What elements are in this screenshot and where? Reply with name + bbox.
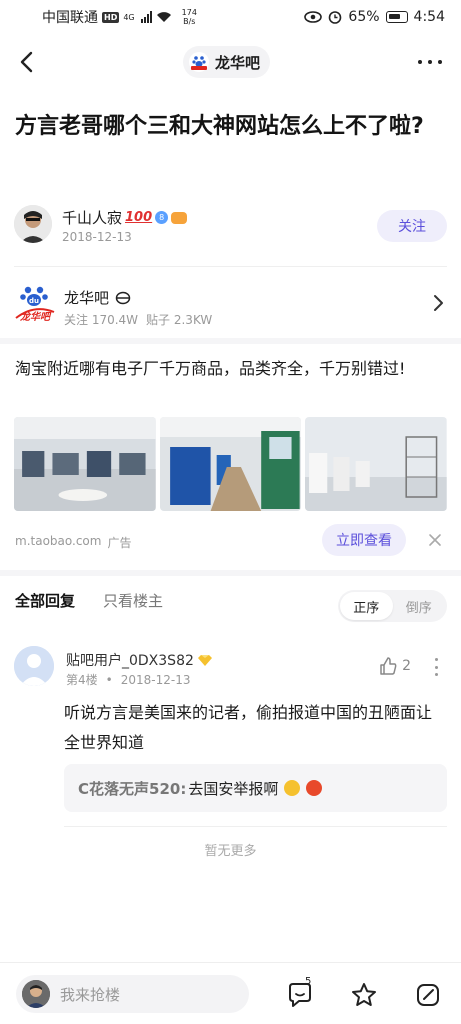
my-avatar: [22, 980, 50, 1008]
ad-image-3[interactable]: [305, 417, 448, 511]
hundred-badge: 100: [125, 210, 153, 225]
forum-logo: du 龙华吧: [15, 286, 55, 323]
network-type: 4G: [123, 12, 135, 22]
sub-reply[interactable]: C花落无声520: 去国安举报啊: [64, 764, 447, 812]
hd-badge: HD: [102, 11, 120, 23]
net-speed-unit: B/s: [183, 17, 196, 26]
level-badge: 8: [155, 211, 169, 224]
reply-tabs: 全部回复 只看楼主: [15, 590, 163, 611]
reply-floor: 第4楼: [66, 673, 98, 687]
like-button[interactable]: 2: [378, 656, 411, 676]
forum-logo-text: 龙华吧: [19, 311, 52, 323]
comment-count: 5: [305, 976, 312, 987]
reply-username: 贴吧用户_0DX3S82: [66, 653, 194, 669]
reply-avatar[interactable]: [14, 646, 54, 686]
author-name-line[interactable]: 千山人寂 100 8: [62, 207, 188, 228]
reply-date: 2018-12-13: [120, 672, 191, 687]
divider: [64, 826, 447, 827]
author-row: 千山人寂 100 8 2018-12-13 关注: [14, 205, 447, 249]
reply-meta-dot: •: [105, 672, 113, 687]
forum-stats: 关注 170.4W 贴子 2.3KW: [64, 311, 212, 328]
carrier-group: 中国联通 HD 4G 174 B/s: [42, 7, 197, 27]
ad-domain: m.taobao.com: [15, 534, 102, 548]
author-name: 千山人寂: [62, 209, 123, 227]
ad-images[interactable]: [14, 417, 448, 511]
ad-image-1[interactable]: [14, 417, 156, 511]
bottom-bar: 我来抢楼 5: [0, 962, 461, 1024]
reply-body: 听说方言是美国来的记者，偷拍报道中国的丑陋面让全世界知道: [64, 703, 433, 752]
diamond-icon: [197, 655, 212, 666]
section-separator: [0, 570, 461, 576]
eye-icon: [304, 11, 323, 23]
sort-asc[interactable]: 正序: [340, 592, 393, 620]
no-more-label: 暂无更多: [204, 844, 257, 859]
forum-posts: 贴子 2.3KW: [146, 313, 213, 327]
game-badge-icon: [171, 211, 188, 224]
reply-input[interactable]: 我来抢楼: [16, 975, 249, 1013]
ad-tag: 广告: [107, 536, 132, 550]
star-icon[interactable]: [350, 981, 378, 1009]
forum-name: 龙华吧: [64, 289, 110, 307]
sub-reply-text: 去国安举报啊: [188, 779, 279, 798]
forum-status-icon: [115, 291, 131, 304]
forum-row[interactable]: du 龙华吧 龙华吧 关注 170.4W 贴子 2.3KW: [14, 280, 447, 330]
close-icon[interactable]: [427, 532, 443, 548]
ad-text[interactable]: 淘宝附近哪有电子厂千万商品，品类齐全，千万别错过!: [15, 354, 447, 383]
status-bar: 中国联通 HD 4G 174 B/s 65% 4:54: [0, 0, 461, 34]
section-separator: [0, 338, 461, 344]
reply-meta: 第4楼 • 2018-12-13: [66, 671, 190, 688]
author-avatar[interactable]: [14, 205, 52, 243]
nav-bar: 龙华吧: [0, 40, 461, 84]
battery-icon: [385, 11, 408, 23]
post-date: 2018-12-13: [62, 230, 132, 244]
forum-followers: 关注 170.4W: [64, 313, 139, 327]
carrier-name: 中国联通: [42, 10, 98, 26]
net-speed: 174 B/s: [182, 8, 197, 26]
net-speed-value: 174: [181, 8, 197, 17]
svg-text:du: du: [29, 297, 39, 305]
forum-pill-label: 龙华吧: [215, 53, 261, 72]
thumb-up-icon: [380, 657, 397, 675]
signal-icon: [140, 11, 152, 23]
ad-cta-button[interactable]: 立即查看: [322, 524, 406, 556]
like-count: 2: [402, 658, 411, 674]
back-icon[interactable]: [14, 48, 42, 76]
reply-user-line[interactable]: 贴吧用户_0DX3S82: [66, 650, 212, 670]
reply-placeholder: 我来抢楼: [60, 985, 121, 1004]
divider: [14, 266, 447, 267]
sort-desc[interactable]: 倒序: [393, 592, 446, 620]
edit-icon[interactable]: [414, 981, 442, 1009]
tab-all-replies[interactable]: 全部回复: [15, 590, 75, 611]
angry-emoji-icon: [306, 780, 323, 796]
ad-image-2[interactable]: [159, 417, 302, 511]
reply-more-icon[interactable]: [435, 658, 439, 676]
alarm-icon: [329, 11, 342, 24]
forum-logo-icon: [189, 52, 209, 72]
forum-name-line: 龙华吧: [64, 287, 131, 308]
follow-button[interactable]: 关注: [377, 210, 447, 242]
tab-owner-only[interactable]: 只看楼主: [103, 590, 163, 611]
more-icon[interactable]: [415, 50, 445, 74]
battery-percent: 65%: [348, 9, 380, 25]
forum-pill[interactable]: 龙华吧: [183, 46, 271, 78]
clock: 4:54: [413, 9, 445, 25]
wifi-icon: [156, 12, 171, 22]
post-title: 方言老哥哪个三和大神网站怎么上不了啦?: [15, 114, 424, 139]
grimace-emoji-icon: [284, 780, 301, 796]
status-right: 65% 4:54: [304, 9, 445, 25]
chevron-right-icon: [434, 295, 443, 311]
sub-reply-user: C花落无声520:: [78, 779, 187, 798]
sort-toggle[interactable]: 正序 倒序: [338, 590, 447, 622]
ad-source: m.taobao.com 广告: [15, 534, 131, 551]
